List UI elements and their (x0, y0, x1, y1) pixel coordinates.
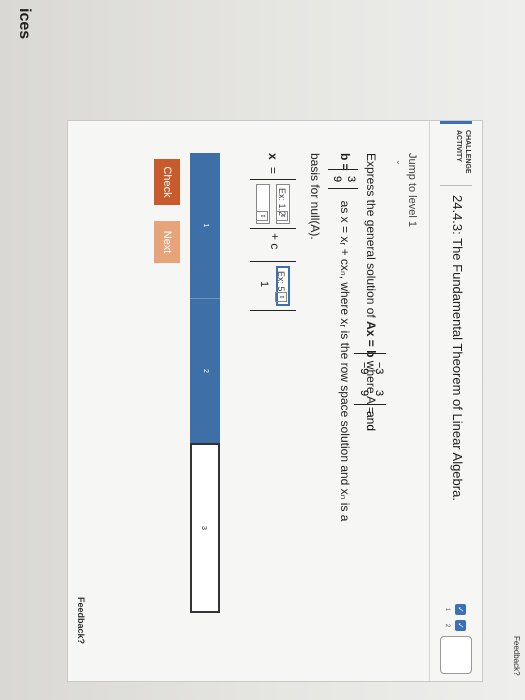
badge-line1: CHALLENGE (464, 130, 471, 174)
step-2[interactable]: 2 (190, 298, 220, 443)
x-label: x (266, 153, 280, 160)
challenge-activity-card: CHALLENGE ACTIVITY 24.4.3: The Fundament… (67, 120, 483, 682)
matrix-a-cell: 9 (358, 390, 370, 397)
step-3-current[interactable]: 3 (190, 443, 220, 613)
and-text: and (364, 411, 378, 432)
matrix-a-cell: −9 (358, 361, 370, 375)
activity-title: 24.4.3: The Fundamental Theorem of Linea… (450, 195, 465, 501)
next-button[interactable]: Next (154, 221, 180, 263)
vector-b: 3 9 (328, 169, 358, 189)
badge-line2: ACTIVITY (455, 130, 462, 162)
row-space-entry-2-select[interactable]: ⇕ (256, 184, 270, 224)
feedback-link[interactable]: Feedback? (76, 597, 86, 644)
matrix-a: −3 3 −9 9 (354, 353, 386, 405)
header-divider (440, 185, 472, 186)
equals-sign: = (266, 167, 280, 175)
jump-to-level-link[interactable]: Jump to level 1 (406, 153, 418, 227)
edge-heading-fragment: ices (16, 8, 33, 40)
select-arrow-icon: ⇕ (275, 292, 287, 302)
null-space-entry-fixed: 1 (258, 281, 270, 288)
step-1[interactable]: 1 (190, 153, 220, 298)
rotated-stage: Feedback? CHALLENGE ACTIVITY 24.4.3: The… (0, 0, 525, 700)
completion-box (440, 636, 472, 674)
feedback-link-top[interactable]: Feedback? (512, 636, 521, 676)
row-space-entry-1-select[interactable]: Ex: 1.2 ⇕ (276, 184, 290, 224)
card-header: CHALLENGE ACTIVITY 24.4.3: The Fundament… (429, 121, 482, 681)
problem-prefix: Express the general solution of (364, 153, 378, 322)
level-2-check-icon[interactable]: ✓ (455, 620, 466, 631)
challenge-badge: CHALLENGE ACTIVITY (440, 121, 472, 179)
select-arrow-icon: ⇕ (276, 211, 288, 221)
null-space-entry-select[interactable]: Ex: 5 ⇕ (275, 266, 290, 306)
problem-equation: Ax = b (364, 321, 378, 358)
matrix-a-cell: −3 (373, 361, 385, 375)
chevron-down-icon: ⌄ (395, 159, 404, 166)
vector-b-entry: 3 (345, 175, 357, 183)
basis-text: basis for null(A). (308, 153, 322, 240)
vector-b-entry: 9 (331, 175, 343, 183)
level-2-number: 2 (444, 623, 450, 628)
level-1-number: 1 (444, 607, 450, 612)
select-arrow-icon: ⇕ (256, 211, 268, 221)
level-1-check-icon[interactable]: ✓ (455, 604, 466, 615)
step-progress-bar: 1 2 3 (190, 153, 220, 613)
b-line: b =as x = xᵣ + cxₙ, where xᵣ is the row … (338, 153, 352, 521)
check-button[interactable]: Check (154, 159, 180, 205)
row-space-vector: Ex: 1.2 ⇕ ⇕ (250, 179, 296, 229)
null-space-vector: Ex: 5 ⇕ (250, 261, 296, 311)
select-placeholder: Ex: 5 (276, 271, 286, 292)
as-text: as x = xᵣ + cxₙ, where xᵣ is the row spa… (338, 200, 352, 522)
plus-c-text: + c (268, 233, 282, 250)
matrix-a-cell: 3 (373, 390, 385, 397)
